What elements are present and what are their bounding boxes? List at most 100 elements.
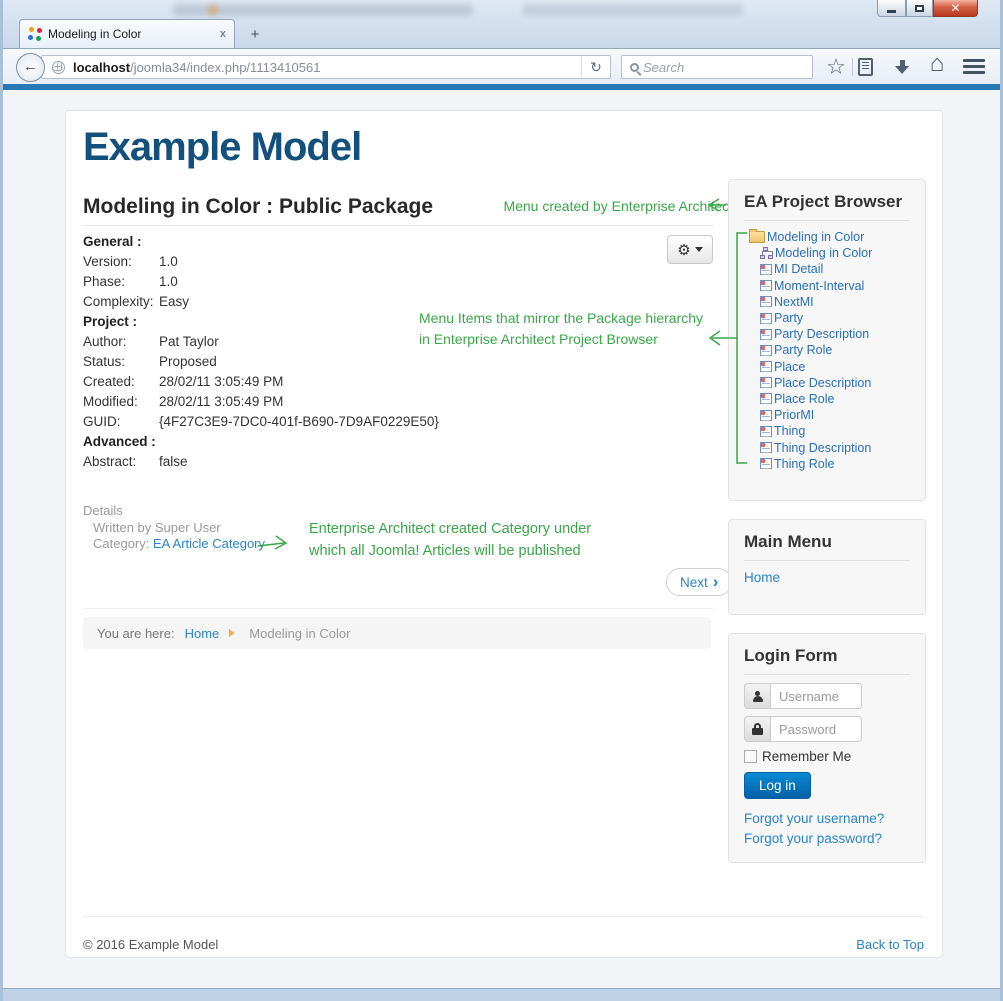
element-icon (760, 458, 772, 469)
article-details: Details Written by Super User Category: … (83, 503, 265, 553)
forgot-password-link[interactable]: Forgot your password? (744, 831, 910, 846)
breadcrumb-divider-icon (229, 629, 239, 637)
tree-item[interactable]: MI Detail (744, 261, 910, 277)
element-icon (760, 280, 772, 291)
tree-item[interactable]: NextMI (744, 294, 910, 310)
hamburger-menu-button[interactable] (963, 59, 985, 77)
minimize-icon (887, 10, 896, 13)
remember-me-label: Remember Me (762, 749, 851, 764)
home-button[interactable]: ⌂ (924, 51, 950, 77)
tab-close-icon[interactable]: x (220, 28, 226, 40)
chevron-right-icon: › (713, 571, 719, 593)
annotation-menu-items: Menu Items that mirror the Package hiera… (419, 308, 734, 350)
annotation-category: Enterprise Architect created Category un… (309, 519, 609, 563)
tree-item[interactable]: Party Role (744, 342, 910, 358)
main-menu-home-link[interactable]: Home (744, 570, 780, 585)
background-window-blur (523, 4, 743, 16)
element-icon (760, 393, 772, 404)
username-field[interactable] (770, 683, 862, 709)
window-bottom-border (3, 988, 1000, 1001)
tree-item[interactable]: Thing (744, 423, 910, 439)
element-icon (760, 442, 772, 453)
tree-item[interactable]: Modeling in Color (744, 245, 910, 261)
written-by: Written by Super User (83, 520, 265, 537)
element-icon (760, 264, 772, 275)
sidebar: EA Project Browser Modeling in Color Mod… (728, 179, 926, 881)
search-icon (630, 63, 639, 72)
property-row: Version:1.0 (83, 252, 713, 272)
tree-item[interactable]: Party Description (744, 326, 910, 342)
tree-item[interactable]: PriorMI (744, 407, 910, 423)
breadcrumb-prefix: You are here: (97, 626, 175, 641)
toolbar-divider (852, 58, 853, 76)
tree-item[interactable]: Place Role (744, 391, 910, 407)
breadcrumb-current: Modeling in Color (249, 626, 350, 641)
element-icon (760, 377, 772, 388)
forgot-username-link[interactable]: Forgot your username? (744, 811, 910, 826)
minimize-button[interactable] (877, 0, 906, 17)
element-icon (760, 296, 772, 307)
maximize-button[interactable] (906, 0, 933, 17)
login-button[interactable]: Log in (744, 772, 811, 799)
module-title: Login Form (744, 646, 910, 675)
bookmark-star-button[interactable]: ☆ (823, 54, 849, 80)
element-icon (760, 345, 772, 356)
downloads-button[interactable] (889, 60, 915, 76)
divider (83, 225, 713, 226)
divider (83, 916, 924, 917)
title-bar: ✕ Modeling in Color x + (3, 0, 1000, 48)
page-background: Example Model Modeling in Color : Public… (3, 90, 1000, 988)
element-icon (760, 361, 772, 372)
annotation-menu-created: Menu created by Enterprise Architect (443, 196, 733, 217)
reload-button[interactable]: ↻ (581, 56, 610, 78)
tree-item[interactable]: Moment-Interval (744, 278, 910, 294)
search-bar[interactable]: Search (621, 55, 813, 79)
content-card: Example Model Modeling in Color : Public… (65, 110, 943, 958)
close-icon: ✕ (950, 1, 960, 15)
tree-item[interactable]: Modeling in Color (744, 229, 910, 245)
tree-item[interactable]: Thing Description (744, 439, 910, 455)
new-tab-button[interactable]: + (243, 24, 267, 46)
password-group (744, 716, 910, 742)
element-icon (760, 426, 772, 437)
url-path: /joomla34/index.php/1113410561 (130, 60, 320, 75)
breadcrumb-home-link[interactable]: Home (185, 626, 220, 641)
password-field[interactable] (770, 716, 862, 742)
background-icon-blur (208, 5, 218, 15)
globe-icon (52, 61, 65, 74)
url-bar[interactable]: localhost/joomla34/index.php/1113410561 … (41, 55, 611, 79)
remember-me-checkbox[interactable] (744, 750, 757, 763)
browser-tab[interactable]: Modeling in Color x (19, 19, 235, 48)
tree-item[interactable]: Party (744, 310, 910, 326)
property-row: Abstract:false (83, 452, 713, 472)
search-placeholder: Search (643, 60, 684, 75)
property-group: Advanced : (83, 432, 713, 452)
tree-item[interactable]: Place Description (744, 375, 910, 391)
lock-icon (744, 716, 770, 742)
bookmarks-menu-button[interactable] (858, 58, 873, 76)
details-heading: Details (83, 503, 265, 520)
tree-item[interactable]: Thing Role (744, 456, 910, 472)
article-properties: General : Version:1.0 Phase:1.0 Complexi… (83, 232, 713, 472)
url-text[interactable]: localhost/joomla34/index.php/1113410561 (73, 60, 581, 75)
browser-window: ✕ Modeling in Color x + ← localhost/joom… (0, 0, 1003, 1001)
username-group (744, 683, 910, 709)
maximize-icon (915, 5, 924, 12)
window-controls: ✕ (877, 0, 978, 18)
main-menu-module: Main Menu Home (728, 519, 926, 615)
tree-item[interactable]: Place (744, 359, 910, 375)
element-icon (760, 329, 772, 340)
next-button[interactable]: Next › (666, 568, 732, 596)
article-subtitle: Modeling in Color : Public Package (83, 195, 433, 219)
divider (83, 608, 713, 609)
diagram-icon (760, 247, 773, 259)
close-button[interactable]: ✕ (933, 0, 978, 17)
back-to-top-link[interactable]: Back to Top (856, 937, 924, 952)
category-link[interactable]: EA Article Category (153, 536, 265, 551)
back-button[interactable]: ← (16, 53, 45, 82)
breadcrumb: You are here: Home Modeling in Color (83, 617, 711, 649)
page-title: Example Model (83, 125, 361, 170)
property-row: Status:Proposed (83, 352, 713, 372)
module-title: EA Project Browser (744, 192, 910, 221)
background-window-blur (173, 4, 473, 16)
